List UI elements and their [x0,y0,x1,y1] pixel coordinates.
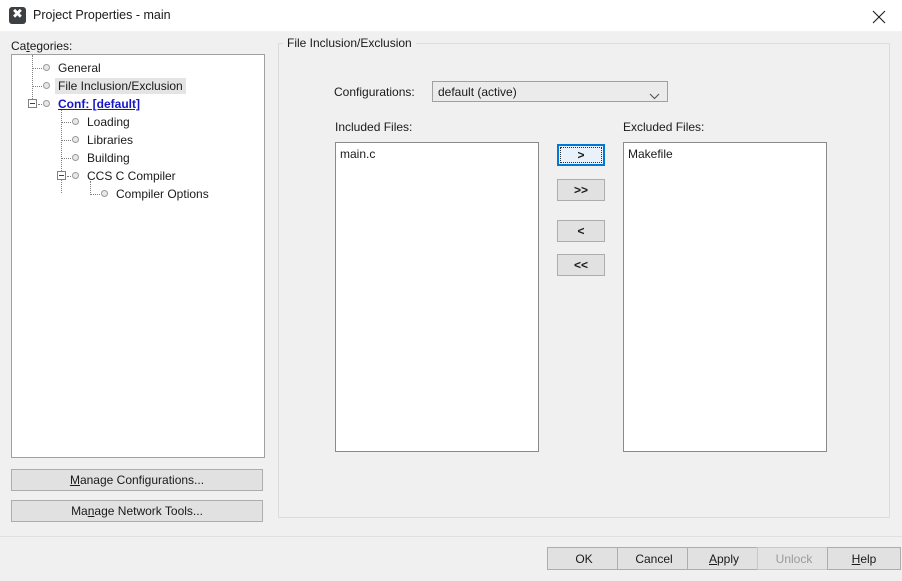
tree-node-icon [72,118,79,125]
manage-network-tools-button[interactable]: Manage Network Tools... [11,500,263,522]
tree-item-label: Compiler Options [116,187,209,201]
tree-node-icon [72,154,79,161]
help-label: Help [851,551,877,566]
list-item[interactable]: main.c [340,147,375,162]
excluded-files-label: Excluded Files: [623,120,705,134]
apply-button[interactable]: Apply [687,547,761,570]
tree-item-label: Building [87,151,130,165]
apply-label: Apply [708,551,740,566]
tree-connector [32,86,42,88]
included-files-list[interactable]: main.c [335,142,539,452]
ok-button[interactable]: OK [547,547,621,570]
included-files-label: Included Files: [335,120,413,134]
tree-node-icon [43,64,50,71]
configurations-select[interactable]: default (active) [432,81,668,102]
tree-connector [32,55,34,103]
manage-configurations-button[interactable]: Manage Configurations... [11,469,263,491]
manage-network-tools-label: Manage Network Tools... [71,504,203,518]
app-x-icon: ✖ [9,7,26,24]
categories-label: Categories: [11,39,73,53]
move-all-right-button[interactable]: >> [557,179,605,201]
unlock-label: Unlock [775,551,813,566]
move-left-button[interactable]: < [557,220,605,242]
configurations-label: Configurations: [334,85,415,99]
tree-item-label: CCS C Compiler [87,169,176,183]
cancel-button[interactable]: Cancel [617,547,691,570]
window-titlebar: ✖ Project Properties - main [0,0,902,32]
cancel-label: Cancel [635,551,673,566]
tree-node-icon [43,100,50,107]
move-all-right-label: >> [573,183,588,197]
group-title: File Inclusion/Exclusion [283,36,416,50]
unlock-button: Unlock [757,547,831,570]
ok-label: OK [575,551,593,566]
tree-item-label: Loading [87,115,130,129]
tree-item-label[interactable]: Conf: [default] [58,96,140,112]
tree-item-label: General [58,61,101,75]
chevron-down-icon [649,89,660,103]
footer-separator [0,536,902,537]
tree-connector [32,68,42,70]
tree-connector [90,194,100,196]
move-left-label: < [577,224,585,238]
window-title: Project Properties - main [33,8,171,22]
tree-connector [67,176,71,178]
tree-node-icon [101,190,108,197]
move-right-button[interactable]: > [557,144,605,166]
help-button[interactable]: Help [827,547,901,570]
move-right-label: > [577,148,585,162]
categories-tree[interactable]: General File Inclusion/Exclusion Conf: [… [11,54,265,458]
move-all-left-label: << [573,258,588,272]
tree-connector [61,140,71,142]
tree-connector [38,104,42,106]
tree-node-icon [43,82,50,89]
tree-expander-conf[interactable] [28,99,37,108]
tree-connector [61,158,71,160]
configurations-value: default (active) [438,85,517,99]
tree-node-icon [72,172,79,179]
move-all-left-button[interactable]: << [557,254,605,276]
list-item[interactable]: Makefile [628,147,673,162]
excluded-files-list[interactable]: Makefile [623,142,827,452]
close-icon[interactable] [856,0,902,31]
tree-connector [61,122,71,124]
tree-item-label: Libraries [87,133,134,147]
tree-expander-ccs-c-compiler[interactable] [57,171,66,180]
tree-item-label: File Inclusion/Exclusion [55,78,186,94]
tree-node-icon [72,136,79,143]
manage-configurations-label: Manage Configurations... [69,473,205,487]
